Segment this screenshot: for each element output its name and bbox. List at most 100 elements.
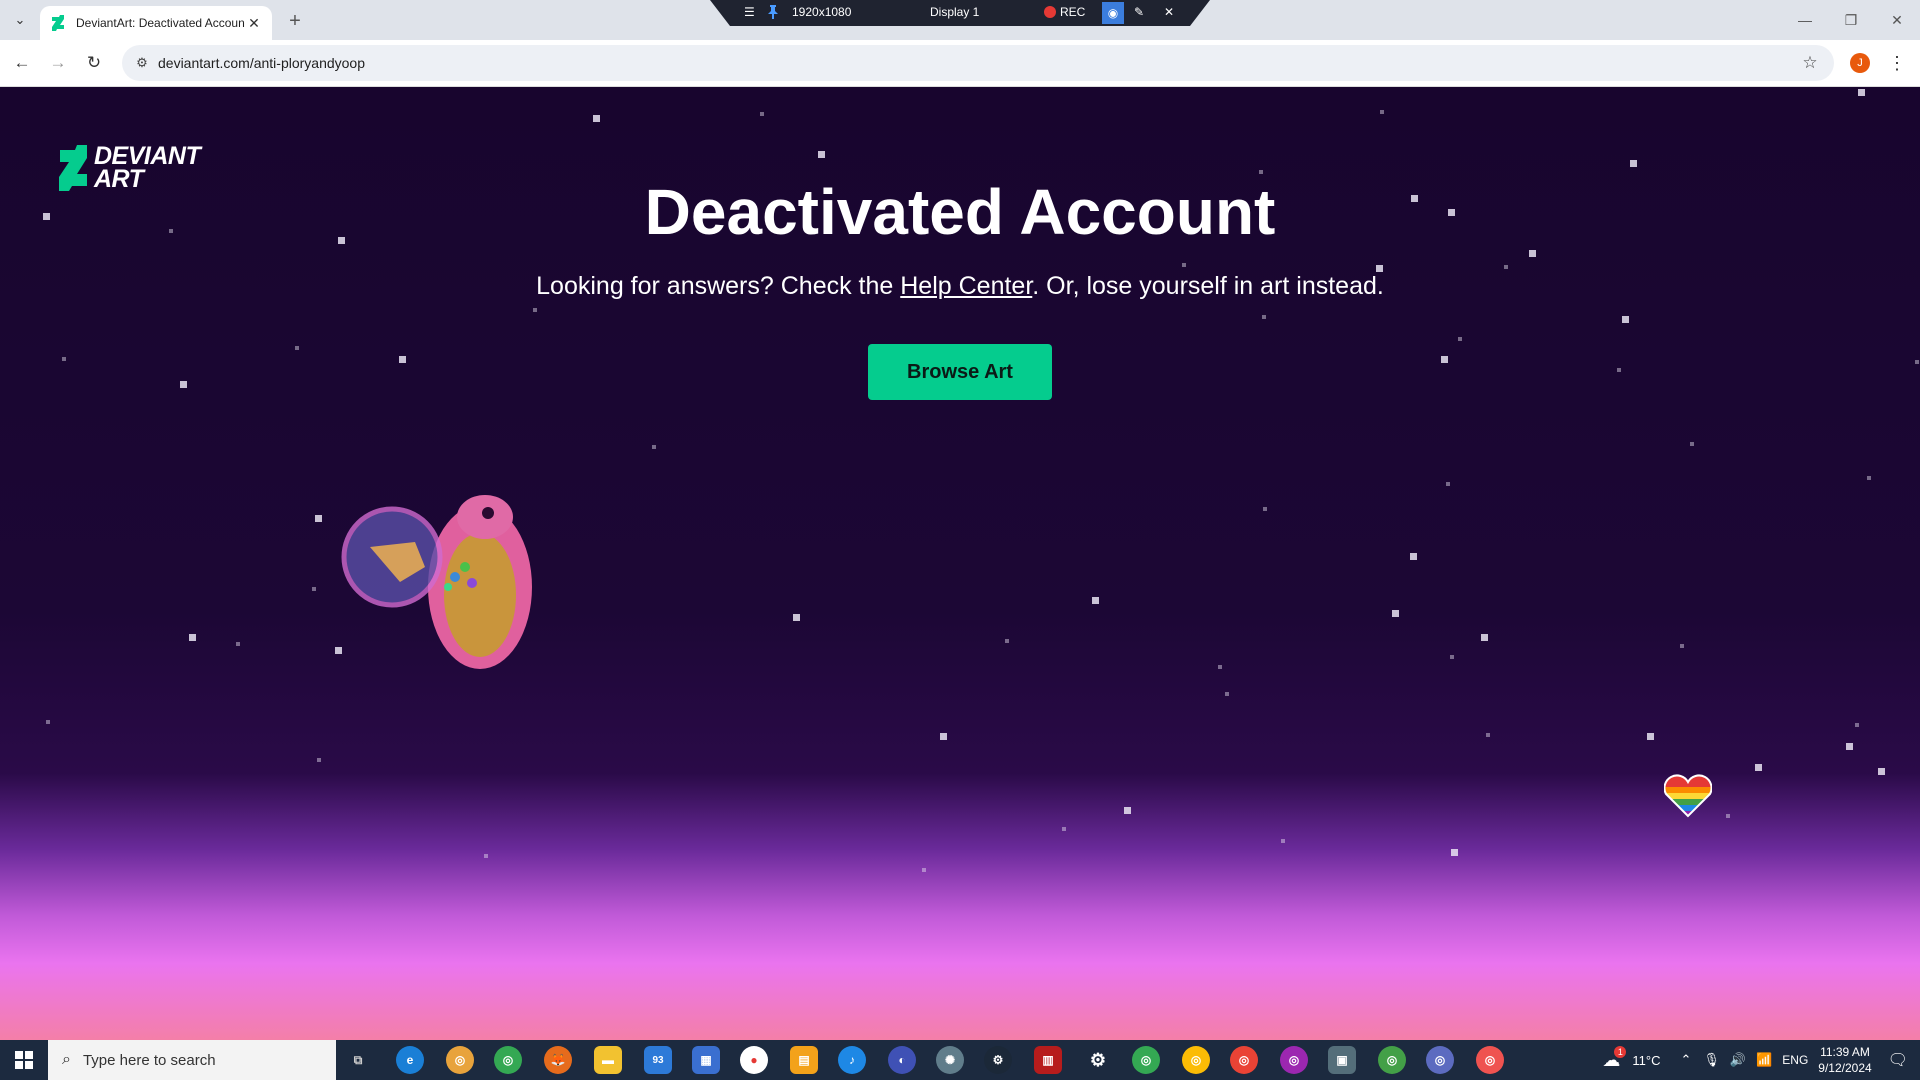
site-info-icon[interactable]: ⚙: [130, 51, 154, 75]
chrome-profile-2-icon[interactable]: ◎: [1132, 1046, 1160, 1074]
star-40: [1005, 639, 1009, 643]
back-arrow-icon[interactable]: ←: [8, 49, 36, 77]
weather-temp[interactable]: 11°C: [1632, 1053, 1660, 1068]
screen-recorder-bar: ☰ 1920x1080 Display 1 REC ◉ ✎ ✕: [710, 0, 1210, 26]
chrome-profile-6-icon[interactable]: ◎: [1378, 1046, 1406, 1074]
new-tab-button[interactable]: +: [284, 10, 306, 32]
star-19: [1441, 356, 1448, 363]
star-29: [1915, 360, 1919, 364]
browse-art-button[interactable]: Browse Art: [868, 344, 1052, 400]
firefox-icon[interactable]: 🦊: [544, 1046, 572, 1074]
window-controls: — ❐ ✕: [1782, 0, 1920, 40]
star-49: [1878, 768, 1885, 775]
profile-avatar[interactable]: J: [1850, 53, 1870, 73]
pin-icon[interactable]: [768, 5, 778, 19]
address-bar[interactable]: ⚙ deviantart.com/anti-ploryandyoop ☆: [122, 45, 1834, 81]
chrome-profile-7-icon[interactable]: ◎: [1426, 1046, 1454, 1074]
chrome-profile-8-icon[interactable]: ◎: [1476, 1046, 1504, 1074]
star-15: [295, 346, 299, 350]
star-1: [760, 112, 764, 116]
browser-tab[interactable]: DeviantArt: Deactivated Accoun ✕: [40, 6, 272, 40]
search-placeholder: Type here to search: [82, 1051, 216, 1069]
star-46: [1647, 733, 1654, 740]
recorder-close-icon[interactable]: ✕: [1164, 5, 1174, 19]
weather-badge: 1: [1614, 1045, 1627, 1058]
mail-badge: 93: [652, 1054, 664, 1066]
record-app-icon[interactable]: ●: [740, 1046, 768, 1074]
chrome-profile-4-icon[interactable]: ◎: [1230, 1046, 1258, 1074]
star-10: [1529, 250, 1536, 257]
star-25: [62, 357, 66, 361]
star-39: [1481, 634, 1488, 641]
clock-date: 9/12/2024: [1818, 1061, 1872, 1075]
search-icon: ⌕: [62, 1051, 71, 1068]
microphone-icon[interactable]: 🎙: [1703, 1052, 1720, 1068]
start-button[interactable]: [0, 1040, 48, 1080]
reload-icon[interactable]: ↻: [80, 49, 108, 77]
chevron-up-icon[interactable]: ⌃: [1680, 1052, 1691, 1068]
star-36: [1092, 597, 1099, 604]
clock-time: 11:39 AM: [1820, 1045, 1870, 1059]
weather-icon[interactable]: ☁ 1: [1602, 1045, 1627, 1071]
music-icon[interactable]: ♪: [838, 1046, 866, 1074]
chrome-profile-icon[interactable]: ◎: [494, 1046, 522, 1074]
camera-icon[interactable]: ◉: [1102, 2, 1124, 24]
forward-arrow-icon[interactable]: →: [44, 49, 72, 77]
clock[interactable]: 11:39 AM 9/12/2024: [1818, 1044, 1871, 1076]
edge-icon[interactable]: e: [396, 1046, 424, 1074]
minimize-icon[interactable]: —: [1782, 0, 1828, 40]
winrar-icon[interactable]: ▥: [1034, 1046, 1062, 1074]
star-20: [1617, 368, 1621, 372]
app-icon-2[interactable]: ✺: [936, 1046, 964, 1074]
chrome-profile-5-icon[interactable]: ◎: [1280, 1046, 1308, 1074]
star-48: [1755, 764, 1762, 771]
star-41: [1450, 655, 1454, 659]
url-text[interactable]: deviantart.com/anti-ploryandyoop: [158, 55, 365, 71]
star-4: [1858, 89, 1865, 96]
star-14: [533, 308, 537, 312]
bookmark-star-icon[interactable]: ☆: [1798, 51, 1822, 75]
tab-close-icon[interactable]: ✕: [246, 15, 262, 31]
help-center-link[interactable]: Help Center: [900, 272, 1032, 300]
taskbar-search-box[interactable]: ⌕ Type here to search: [48, 1040, 336, 1080]
app-icon-3[interactable]: ▣: [1328, 1046, 1356, 1074]
windows-taskbar: ⌕ Type here to search ⧉ e ◎ ◎ 🦊 ▬ 93 ▦ ●…: [0, 1040, 1920, 1080]
settings-gear-icon[interactable]: ⚙: [1084, 1046, 1112, 1074]
star-50: [1486, 733, 1490, 737]
star-53: [317, 758, 321, 762]
star-21: [1458, 337, 1462, 341]
star-45: [940, 733, 947, 740]
tab-search-button[interactable]: ⌄: [8, 8, 32, 32]
window-close-icon[interactable]: ✕: [1874, 0, 1920, 40]
notes-icon[interactable]: ▤: [790, 1046, 818, 1074]
app-icon-1[interactable]: ◐: [888, 1046, 916, 1074]
star-30: [315, 515, 322, 522]
mail-icon[interactable]: 93: [644, 1046, 672, 1074]
language-indicator[interactable]: ENG: [1782, 1053, 1808, 1067]
star-18: [1622, 316, 1629, 323]
steam-icon[interactable]: ⚙: [984, 1046, 1012, 1074]
notification-icon[interactable]: 🗨: [1888, 1050, 1908, 1070]
store-icon[interactable]: ▦: [692, 1046, 720, 1074]
subtext-after: . Or, lose yourself in art instead.: [1032, 272, 1384, 300]
browser-menu-icon[interactable]: ⋮: [1886, 52, 1908, 74]
star-55: [1062, 827, 1066, 831]
star-27: [1690, 442, 1694, 446]
recorder-display[interactable]: Display 1: [930, 5, 979, 19]
deviantart-favicon-icon: [50, 15, 66, 31]
pen-icon[interactable]: ✎: [1134, 5, 1144, 19]
record-button[interactable]: REC: [1044, 5, 1085, 19]
star-62: [1446, 482, 1450, 486]
star-13: [1259, 170, 1263, 174]
volume-icon[interactable]: 🔊: [1730, 1052, 1746, 1068]
star-54: [1124, 807, 1131, 814]
chrome-icon[interactable]: ◎: [446, 1046, 474, 1074]
star-34: [236, 642, 240, 646]
restore-icon[interactable]: ❐: [1828, 0, 1874, 40]
network-icon[interactable]: 📶: [1756, 1052, 1772, 1068]
file-explorer-icon[interactable]: ▬: [594, 1046, 622, 1074]
chrome-profile-3-icon[interactable]: ◎: [1182, 1046, 1210, 1074]
menu-icon[interactable]: ☰: [744, 5, 755, 19]
task-view-icon[interactable]: ⧉: [344, 1046, 372, 1074]
star-35: [1410, 553, 1417, 560]
